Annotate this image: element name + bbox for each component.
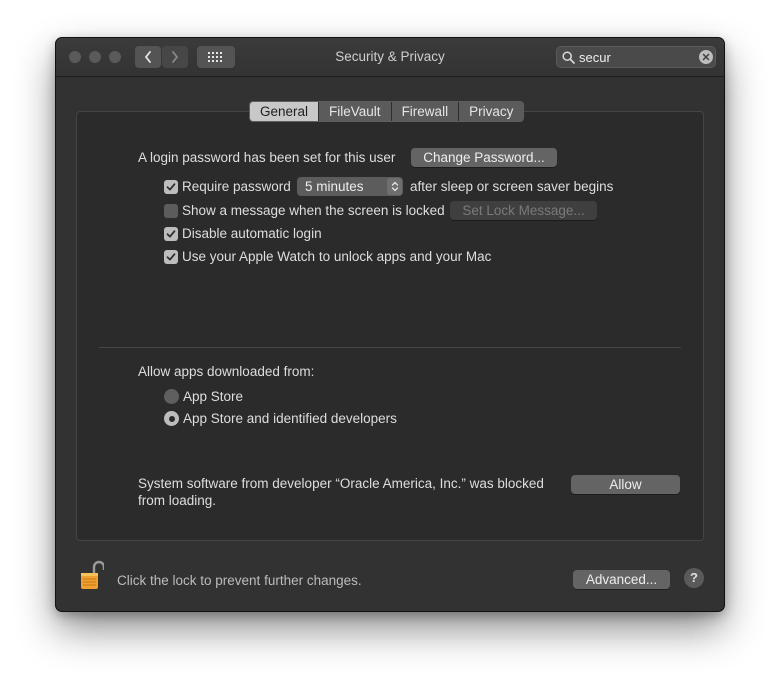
search-input[interactable]: secur bbox=[579, 50, 611, 65]
identified-developers-radio[interactable] bbox=[164, 411, 179, 426]
tab-bar: General FileVault Firewall Privacy bbox=[249, 101, 525, 122]
clear-icon bbox=[702, 53, 710, 61]
change-password-button[interactable]: Change Password... bbox=[411, 148, 557, 167]
search-field[interactable]: secur bbox=[556, 46, 716, 68]
identified-developers-label: App Store and identified developers bbox=[183, 411, 397, 426]
lock-icon[interactable] bbox=[80, 559, 106, 591]
app-store-radio[interactable] bbox=[164, 389, 179, 404]
show-message-checkbox[interactable] bbox=[164, 204, 178, 218]
require-password-label: Require password bbox=[182, 179, 291, 194]
updown-chevron-icon bbox=[387, 178, 402, 195]
section-divider bbox=[99, 347, 681, 348]
require-password-interval-value: 5 minutes bbox=[305, 179, 364, 194]
require-password-interval-select[interactable]: 5 minutes bbox=[297, 177, 403, 196]
help-button[interactable]: ? bbox=[684, 568, 704, 588]
allow-apps-heading: Allow apps downloaded from: bbox=[138, 364, 315, 379]
allow-button[interactable]: Allow bbox=[571, 475, 680, 494]
lock-message: Click the lock to prevent further change… bbox=[117, 573, 362, 588]
disable-auto-login-checkbox[interactable] bbox=[164, 227, 178, 241]
require-password-suffix: after sleep or screen saver begins bbox=[410, 179, 614, 194]
checkmark-icon bbox=[166, 183, 176, 191]
require-password-checkbox[interactable] bbox=[164, 180, 178, 194]
show-message-label: Show a message when the screen is locked bbox=[182, 203, 445, 218]
blocked-software-message-cont: from loading. bbox=[138, 493, 217, 508]
tab-filevault[interactable]: FileVault bbox=[319, 102, 392, 121]
preferences-window: Security & Privacy secur General FileVau… bbox=[56, 38, 724, 611]
blocked-software-message: System software from developer “Oracle A… bbox=[138, 476, 544, 491]
tab-privacy[interactable]: Privacy bbox=[459, 102, 524, 121]
clear-search-button[interactable] bbox=[699, 50, 713, 64]
search-icon bbox=[562, 51, 575, 64]
tab-general[interactable]: General bbox=[250, 102, 320, 121]
checkmark-icon bbox=[166, 230, 176, 238]
checkmark-icon bbox=[166, 253, 176, 261]
login-password-message: A login password has been set for this u… bbox=[138, 150, 396, 165]
set-lock-message-button[interactable]: Set Lock Message... bbox=[450, 201, 597, 220]
apple-watch-unlock-checkbox[interactable] bbox=[164, 250, 178, 264]
disable-auto-login-label: Disable automatic login bbox=[182, 226, 322, 241]
advanced-button[interactable]: Advanced... bbox=[573, 570, 670, 589]
tab-firewall[interactable]: Firewall bbox=[391, 102, 460, 121]
apple-watch-unlock-label: Use your Apple Watch to unlock apps and … bbox=[182, 249, 492, 264]
title-bar: Security & Privacy secur bbox=[56, 38, 724, 77]
app-store-label: App Store bbox=[183, 389, 244, 404]
